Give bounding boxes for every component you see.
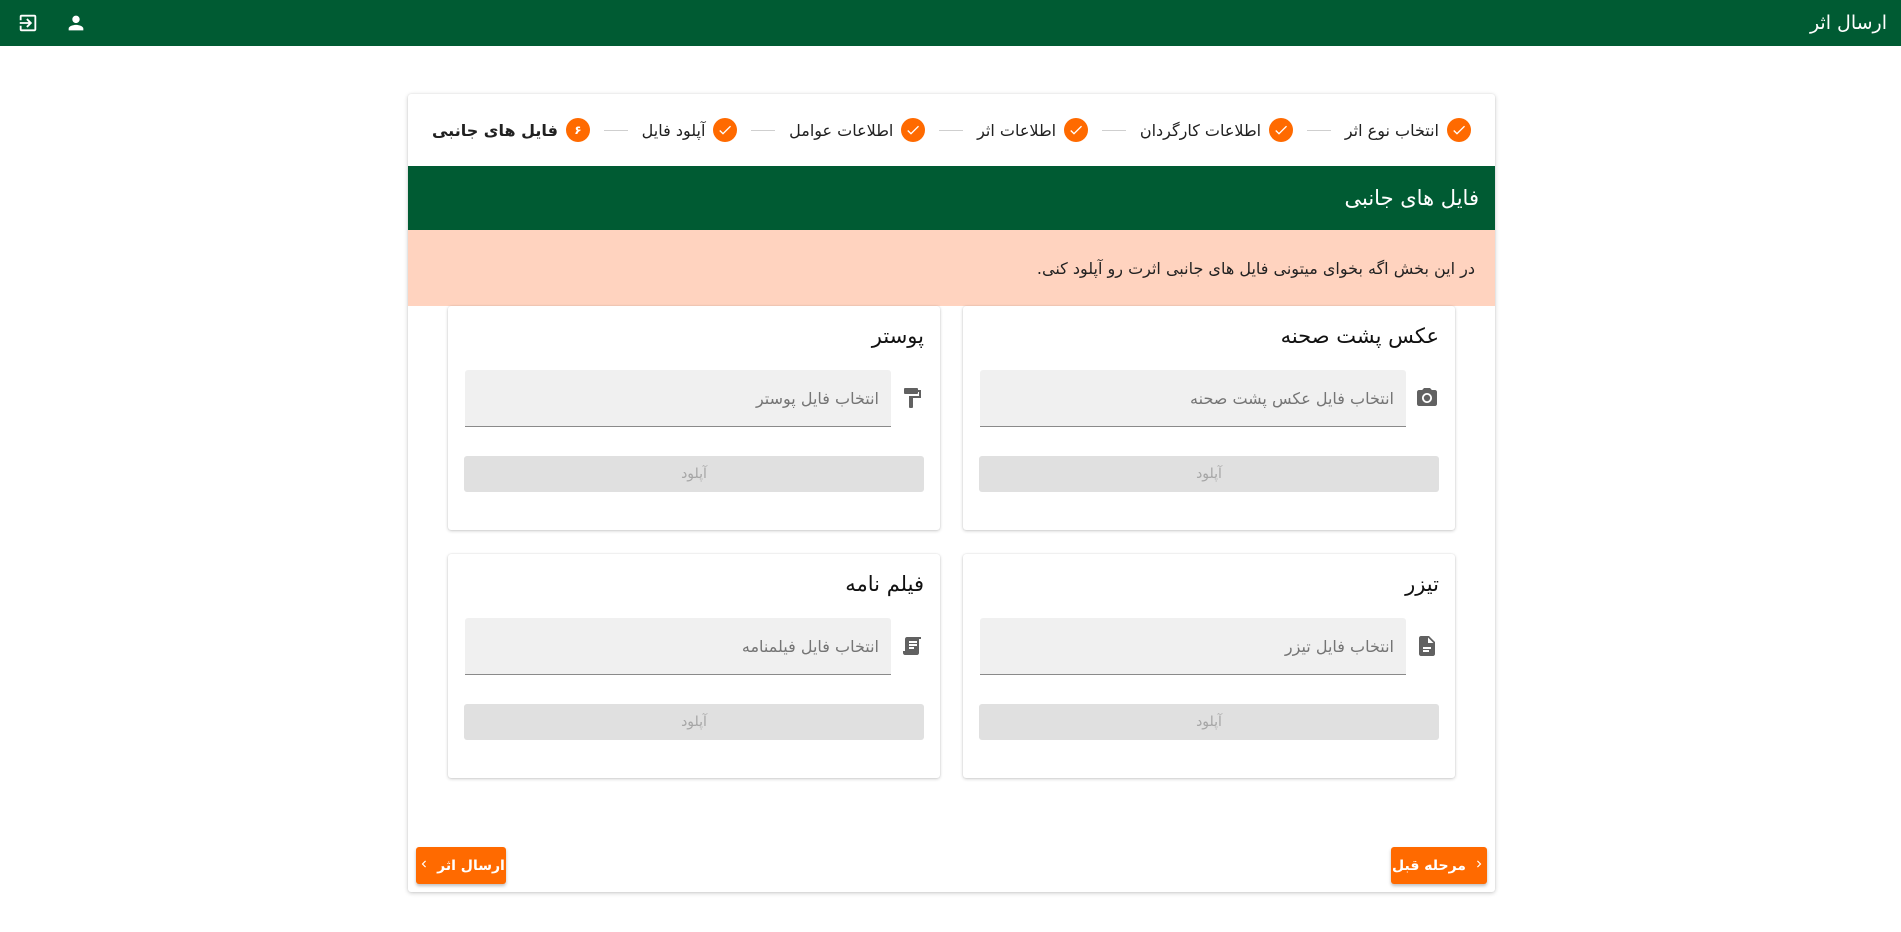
teaser-file-input[interactable]: انتخاب فایل تیزر: [980, 618, 1406, 675]
poster-upload-button[interactable]: آپلود: [464, 456, 924, 492]
poster-card: پوستر انتخاب فایل پوستر آپلود: [448, 306, 940, 530]
app-bar: ارسال اثر: [0, 0, 1901, 46]
screenplay-file-input[interactable]: انتخاب فایل فیلمنامه: [465, 618, 891, 675]
wizard-card: انتخاب نوع اثر اطلاعات کارگردان اطلاعات …: [408, 94, 1495, 892]
step-side-files[interactable]: ۶ فایل های جانبی: [432, 118, 590, 142]
app-bar-actions: [16, 11, 88, 35]
card-title: عکس پشت صحنه: [1280, 324, 1439, 348]
step-crew-info[interactable]: اطلاعات عوامل: [789, 118, 926, 142]
check-icon: [901, 118, 926, 142]
account-icon[interactable]: [64, 11, 88, 35]
step-director-info[interactable]: اطلاعات کارگردان: [1139, 118, 1294, 142]
step-connector: [1102, 129, 1126, 131]
logout-icon[interactable]: [16, 11, 40, 35]
camera-icon: [1415, 386, 1439, 410]
card-title: تیزر: [1405, 572, 1439, 596]
submit-label: ارسال اثر: [437, 857, 505, 874]
check-icon: [1447, 118, 1471, 142]
chevron-right-icon: [1472, 857, 1486, 875]
backstage-photo-card: عکس پشت صحنه انتخاب فایل عکس پشت صحنه آپ…: [963, 306, 1455, 530]
check-icon: [713, 118, 738, 142]
step-label: اطلاعات کارگردان: [1139, 120, 1262, 140]
teaser-upload-button[interactable]: آپلود: [979, 704, 1439, 740]
prev-step-label: مرحله قبل: [1392, 857, 1466, 874]
step-connector: [939, 129, 964, 131]
step-label: فایل های جانبی: [431, 120, 558, 140]
step-number: ۶: [565, 118, 590, 142]
step-upload-file[interactable]: آپلود فایل: [642, 118, 738, 142]
chevron-left-icon: [417, 857, 431, 875]
step-label: اطلاعات اثر: [977, 120, 1057, 140]
submit-work-button[interactable]: ارسال اثر: [416, 847, 506, 884]
step-work-info[interactable]: اطلاعات اثر: [977, 118, 1089, 142]
screenplay-card: فیلم نامه انتخاب فایل فیلمنامه آپلود: [448, 554, 940, 778]
backstage-file-input[interactable]: انتخاب فایل عکس پشت صحنه: [980, 370, 1406, 427]
step-connector: [603, 129, 628, 131]
app-title: ارسال اثر: [1809, 12, 1887, 34]
screenplay-upload-button[interactable]: آپلود: [464, 704, 924, 740]
poster-file-input[interactable]: انتخاب فایل پوستر: [465, 370, 891, 427]
step-label: اطلاعات عوامل: [789, 120, 894, 140]
step-connector: [1307, 129, 1331, 131]
notice-banner: در این بخش اگه بخوای میتونی فایل های جان…: [408, 230, 1495, 306]
prev-step-button[interactable]: مرحله قبل: [1391, 847, 1487, 884]
paint-roller-icon: [900, 386, 924, 410]
backstage-upload-button[interactable]: آپلود: [979, 456, 1439, 492]
check-icon: [1064, 118, 1089, 142]
stepper: انتخاب نوع اثر اطلاعات کارگردان اطلاعات …: [408, 94, 1495, 166]
card-title: پوستر: [871, 324, 924, 348]
teaser-card: تیزر انتخاب فایل تیزر آپلود: [963, 554, 1455, 778]
step-select-type[interactable]: انتخاب نوع اثر: [1345, 118, 1471, 142]
check-icon: [1269, 118, 1294, 142]
file-icon: [1415, 634, 1439, 658]
step-connector: [751, 129, 776, 131]
script-icon: [900, 634, 924, 658]
section-title: فایل های جانبی: [408, 166, 1495, 230]
step-label: انتخاب نوع اثر: [1344, 120, 1439, 140]
step-label: آپلود فایل: [641, 120, 706, 140]
card-title: فیلم نامه: [845, 572, 924, 596]
